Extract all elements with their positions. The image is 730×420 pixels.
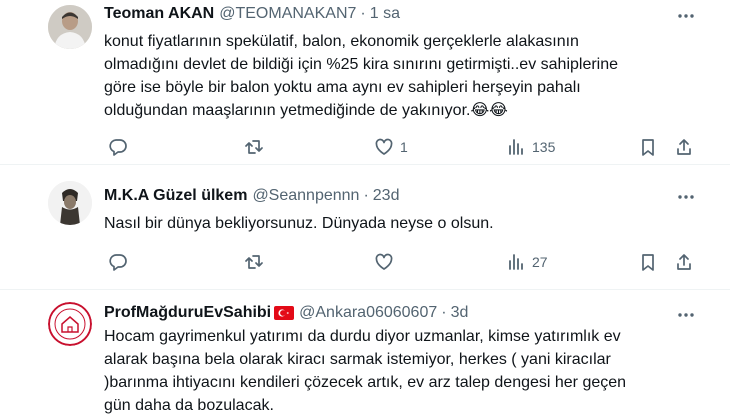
author-name[interactable]: Teoman AKAN xyxy=(104,5,214,23)
turkey-flag-icon xyxy=(274,306,295,320)
timestamp[interactable]: 3d xyxy=(451,304,469,322)
more-dots-icon[interactable] xyxy=(676,6,696,26)
like-count: 1 xyxy=(400,139,408,155)
like-button[interactable] xyxy=(374,251,394,273)
timestamp[interactable]: 23d xyxy=(373,187,400,205)
tweet-text: Nasıl bir dünya bekliyorsunuz. Dünyada n… xyxy=(104,212,704,235)
tweet-text-line: Hocam gayrimenkul yatırımı da durdu diyo… xyxy=(104,328,621,345)
tweet-text-line: olduğundan maaşlarının yetmediğinde de y… xyxy=(104,102,508,119)
more-dots-icon[interactable] xyxy=(676,187,696,207)
tweet-text-line: gün daha da bozulacak. xyxy=(104,397,274,414)
view-count: 135 xyxy=(532,139,556,155)
tweet-text-line: alarak başına bela olarak kiracı sarmak … xyxy=(104,351,611,368)
share-icon xyxy=(677,139,691,155)
tweet-text: Hocam gayrimenkul yatırımı da durdu diyo… xyxy=(104,325,704,417)
retweet-icon xyxy=(245,140,263,154)
reply-button[interactable] xyxy=(108,136,128,158)
heart-icon xyxy=(375,138,393,155)
tweet-1[interactable]: Teoman AKAN @TEOMANAKAN7 · 1 sa konut fi… xyxy=(0,0,730,164)
bookmark-icon xyxy=(642,254,654,271)
heart-icon xyxy=(375,253,393,270)
views-button[interactable]: 135 xyxy=(506,136,555,158)
avatar[interactable] xyxy=(48,302,92,346)
share-button[interactable] xyxy=(674,251,694,273)
author-handle[interactable]: @Ankara06060607 xyxy=(299,304,437,322)
bookmark-button[interactable] xyxy=(638,136,658,158)
share-button[interactable] xyxy=(674,136,694,158)
tweet-2[interactable]: M.K.A Güzel ülkem @Seannpennn · 23d Nası… xyxy=(0,164,730,289)
like-button[interactable]: 1 xyxy=(374,136,408,158)
share-icon xyxy=(677,254,691,270)
timestamp[interactable]: 1 sa xyxy=(370,5,400,23)
reply-button[interactable] xyxy=(108,251,128,273)
avatar[interactable] xyxy=(48,5,92,49)
tweet-text-line: konut fiyatlarının spekülatif, balon, ek… xyxy=(104,33,579,50)
tweet-3[interactable]: ProfMağduruEvSahibi @Ankara06060607 · 3d… xyxy=(0,289,730,420)
author-handle[interactable]: @TEOMANAKAN7 xyxy=(219,5,356,23)
separator: · xyxy=(363,187,369,204)
action-bar: 27 xyxy=(104,251,704,273)
tweet-text: konut fiyatlarının spekülatif, balon, ek… xyxy=(104,30,704,122)
avatar[interactable] xyxy=(48,181,92,225)
retweet-button[interactable] xyxy=(244,251,264,273)
tweet-text-line: olmadığını devlet de bildiği için %25 ki… xyxy=(104,56,619,73)
retweet-button[interactable] xyxy=(244,136,264,158)
reply-icon xyxy=(109,254,127,271)
tweet-text-line: Nasıl bir dünya bekliyorsunuz. Dünyada n… xyxy=(104,215,494,232)
views-chart-icon xyxy=(509,139,523,155)
author-name[interactable]: M.K.A Güzel ülkem xyxy=(104,187,247,205)
more-dots-icon[interactable] xyxy=(676,305,696,325)
separator: · xyxy=(441,304,447,321)
separator: · xyxy=(360,5,366,22)
action-bar: 1 135 xyxy=(104,136,704,158)
author-handle[interactable]: @Seannpennn xyxy=(252,187,359,205)
view-count: 27 xyxy=(532,254,548,270)
bookmark-button[interactable] xyxy=(638,251,658,273)
tweet-text-line: göre ise böyle bir balon yoktu ama aynı … xyxy=(104,79,581,96)
author-name[interactable]: ProfMağduruEvSahibi xyxy=(104,304,271,322)
retweet-icon xyxy=(245,255,263,269)
bookmark-icon xyxy=(642,139,654,156)
views-button[interactable]: 27 xyxy=(506,251,548,273)
views-chart-icon xyxy=(509,254,523,270)
tweet-text-line: )barınma ihtiyacını kendileri çözecek ar… xyxy=(104,374,627,391)
reply-icon xyxy=(109,139,127,156)
